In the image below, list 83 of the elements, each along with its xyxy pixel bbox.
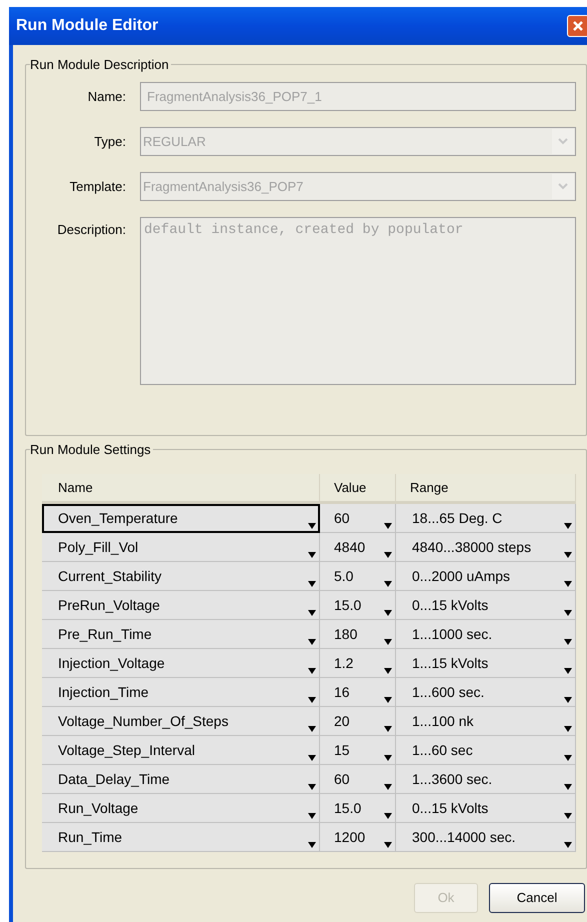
dropdown-arrow-icon[interactable] [308,697,316,703]
dropdown-arrow-icon[interactable] [564,610,572,616]
table-cell[interactable]: 15 [320,736,396,765]
table-cell[interactable]: 60 [320,504,396,533]
table-cell[interactable]: Run_Voltage [42,794,320,823]
dropdown-arrow-icon[interactable] [564,639,572,645]
close-icon [572,20,584,32]
column-header[interactable]: Value [320,474,396,504]
dropdown-arrow-icon[interactable] [384,523,392,529]
table-cell[interactable]: 1.2 [320,649,396,678]
table-cell[interactable]: Injection_Voltage [42,649,320,678]
table-cell[interactable]: 15.0 [320,591,396,620]
table-cell[interactable]: 1...3600 sec. [396,765,576,794]
table-cell[interactable]: 1...15 kVolts [396,649,576,678]
table-cell[interactable]: Poly_Fill_Vol [42,533,320,562]
table-cell[interactable]: 4840...38000 steps [396,533,576,562]
table-cell[interactable]: Injection_Time [42,678,320,707]
column-header[interactable]: Name [42,474,320,504]
table-cell[interactable]: 1...1000 sec. [396,620,576,649]
table-cell[interactable]: 1...600 sec. [396,678,576,707]
dropdown-arrow-icon[interactable] [308,668,316,674]
dropdown-arrow-icon[interactable] [308,523,316,529]
dropdown-arrow-icon[interactable] [564,784,572,790]
table-cell[interactable]: 4840 [320,533,396,562]
dropdown-arrow-icon[interactable] [384,755,392,761]
dropdown-arrow-icon[interactable] [384,784,392,790]
column-header[interactable]: Range [396,474,576,504]
dropdown-arrow-icon[interactable] [308,784,316,790]
dropdown-arrow-icon[interactable] [564,668,572,674]
dropdown-arrow-icon[interactable] [384,842,392,848]
dropdown-arrow-icon[interactable] [308,726,316,732]
close-button[interactable] [567,15,587,37]
dropdown-arrow-icon[interactable] [384,552,392,558]
dropdown-arrow-icon[interactable] [564,523,572,529]
table-cell[interactable]: 0...2000 uAmps [396,562,576,591]
window-title: Run Module Editor [15,16,158,36]
dropdown-arrow-icon[interactable] [384,581,392,587]
dropdown-arrow-icon[interactable] [308,842,316,848]
table-cell[interactable]: Pre_Run_Time [42,620,320,649]
dropdown-arrow-icon[interactable] [308,755,316,761]
table-cell[interactable]: 60 [320,765,396,794]
dropdown-arrow-icon[interactable] [308,813,316,819]
dropdown-arrow-icon[interactable] [308,610,316,616]
table-cell[interactable]: 1200 [320,823,396,852]
dropdown-arrow-icon[interactable] [384,726,392,732]
dropdown-arrow-icon[interactable] [564,552,572,558]
dropdown-arrow-icon[interactable] [384,610,392,616]
table-cell[interactable]: 20 [320,707,396,736]
table-cell[interactable]: 1...60 sec [396,736,576,765]
dropdown-arrow-icon[interactable] [308,639,316,645]
table-cell[interactable]: 180 [320,620,396,649]
table-cell[interactable]: 0...15 kVolts [396,591,576,620]
table-cell[interactable]: Run_Time [42,823,320,852]
table-cell[interactable]: 15.0 [320,794,396,823]
table-cell[interactable]: Oven_Temperature [42,504,320,533]
dropdown-arrow-icon[interactable] [564,755,572,761]
field-label: Description: [56,221,127,239]
field-label: Type: [93,132,127,151]
dropdown-arrow-icon[interactable] [308,581,316,587]
table-cell[interactable]: 0...15 kVolts [396,794,576,823]
dropdown-arrow-icon[interactable] [564,697,572,703]
dropdown-arrow-icon[interactable] [384,639,392,645]
dropdown-arrow-icon[interactable] [308,552,316,558]
dropdown-arrow-icon[interactable] [384,668,392,674]
dropdown-arrow-icon[interactable] [384,697,392,703]
field-label: Template: [68,178,127,196]
table-cell[interactable]: 1...100 nk [396,707,576,736]
table-cell[interactable]: Voltage_Number_Of_Steps [42,707,320,736]
dropdown-arrow-icon[interactable] [564,726,572,732]
dropdown-arrow-icon[interactable] [564,813,572,819]
table-cell[interactable]: 300...14000 sec. [396,823,576,852]
cancel-button[interactable]: Cancel [489,883,585,913]
dropdown-arrow-icon[interactable] [384,813,392,819]
table-cell[interactable]: Voltage_Step_Interval [42,736,320,765]
table-cell[interactable]: 18...65 Deg. C [396,504,576,533]
table-cell[interactable]: Current_Stability [42,562,320,591]
table-cell[interactable]: 5.0 [320,562,396,591]
field-label: Name: [86,88,127,106]
table-cell[interactable]: Data_Delay_Time [42,765,320,794]
dropdown-arrow-icon[interactable] [564,842,572,848]
dropdown-arrow-icon[interactable] [564,581,572,587]
table-cell[interactable]: PreRun_Voltage [42,591,320,620]
table-cell[interactable]: 16 [320,678,396,707]
